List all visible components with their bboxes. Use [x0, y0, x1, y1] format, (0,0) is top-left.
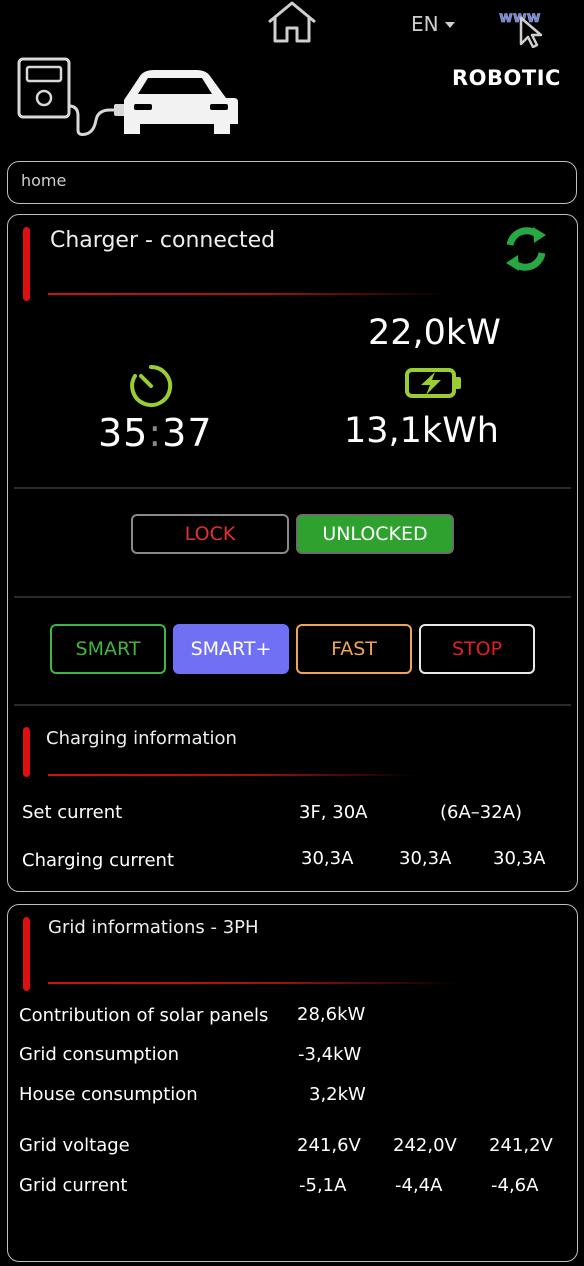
divider	[14, 596, 571, 598]
language-label: EN	[411, 12, 439, 36]
timer-icon	[130, 364, 173, 407]
grid-consumption-value: -3,4kW	[298, 1044, 362, 1065]
grid-voltage-l3: 241,2V	[489, 1135, 553, 1156]
stop-button[interactable]: STOP	[419, 624, 535, 674]
breadcrumb[interactable]: home	[7, 161, 577, 204]
home-icon	[268, 1, 316, 43]
unlocked-button[interactable]: UNLOCKED	[296, 514, 454, 554]
charging-current-label: Charging current	[22, 850, 175, 871]
grid-current-l2: -4,4A	[395, 1175, 443, 1196]
charging-power: 22,0kW	[368, 313, 501, 353]
section-underline	[48, 774, 418, 776]
www-button[interactable]: www	[497, 4, 557, 49]
accent-bar	[23, 727, 30, 777]
language-select[interactable]: EN	[411, 12, 455, 36]
smart-plus-mode-button[interactable]: SMART+	[173, 624, 289, 674]
solar-label: Contribution of solar panels	[19, 1005, 269, 1026]
www-cursor-icon: www	[499, 8, 543, 49]
divider	[14, 487, 571, 489]
set-current-label: Set current	[22, 802, 123, 823]
grid-info-title: Grid informations - 3PH	[48, 917, 259, 938]
charging-current-l3: 30,3A	[493, 848, 546, 869]
grid-voltage-label: Grid voltage	[19, 1135, 130, 1156]
charger-card: Charger - connected 35:37 22,0kW 13,1kWh…	[7, 214, 578, 892]
grid-voltage-l1: 241,6V	[297, 1135, 361, 1156]
brand-name: ROBOTIC	[452, 66, 561, 90]
timer-minutes: 35	[98, 411, 149, 455]
accent-bar	[23, 917, 30, 991]
charging-info-title: Charging information	[46, 728, 237, 749]
solar-value: 28,6kW	[297, 1004, 366, 1025]
fast-mode-button[interactable]: FAST	[296, 624, 412, 674]
charger-status-title: Charger - connected	[50, 228, 276, 253]
charging-duration: 35:37	[98, 411, 213, 455]
grid-current-label: Grid current	[19, 1175, 128, 1196]
grid-voltage-l2: 242,0V	[393, 1135, 457, 1156]
home-button[interactable]	[263, 0, 321, 44]
caret-down-icon	[444, 22, 455, 28]
refresh-icon[interactable]	[500, 223, 552, 275]
house-consumption-value: 3,2kW	[309, 1084, 366, 1105]
section-underline	[48, 982, 460, 984]
charger-car-logo	[17, 57, 238, 136]
timer-seconds: 37	[162, 411, 213, 455]
house-consumption-label: House consumption	[19, 1084, 198, 1105]
set-current-value: 3F, 30A	[299, 802, 368, 823]
accent-bar	[23, 227, 30, 301]
set-current-range: (6A–32A)	[440, 802, 523, 823]
title-underline	[48, 293, 448, 295]
battery-charging-icon	[405, 368, 461, 398]
divider	[14, 704, 571, 706]
lock-button[interactable]: LOCK	[131, 514, 289, 554]
timer-colon: :	[148, 411, 163, 455]
charged-energy: 13,1kWh	[344, 411, 499, 451]
charging-current-l1: 30,3A	[301, 848, 354, 869]
smart-mode-button[interactable]: SMART	[50, 624, 166, 674]
grid-consumption-label: Grid consumption	[19, 1044, 180, 1065]
grid-current-l1: -5,1A	[299, 1175, 347, 1196]
grid-current-l3: -4,6A	[491, 1175, 539, 1196]
charging-current-l2: 30,3A	[399, 848, 452, 869]
grid-info-card: Grid informations - 3PH Contribution of …	[7, 904, 578, 1262]
